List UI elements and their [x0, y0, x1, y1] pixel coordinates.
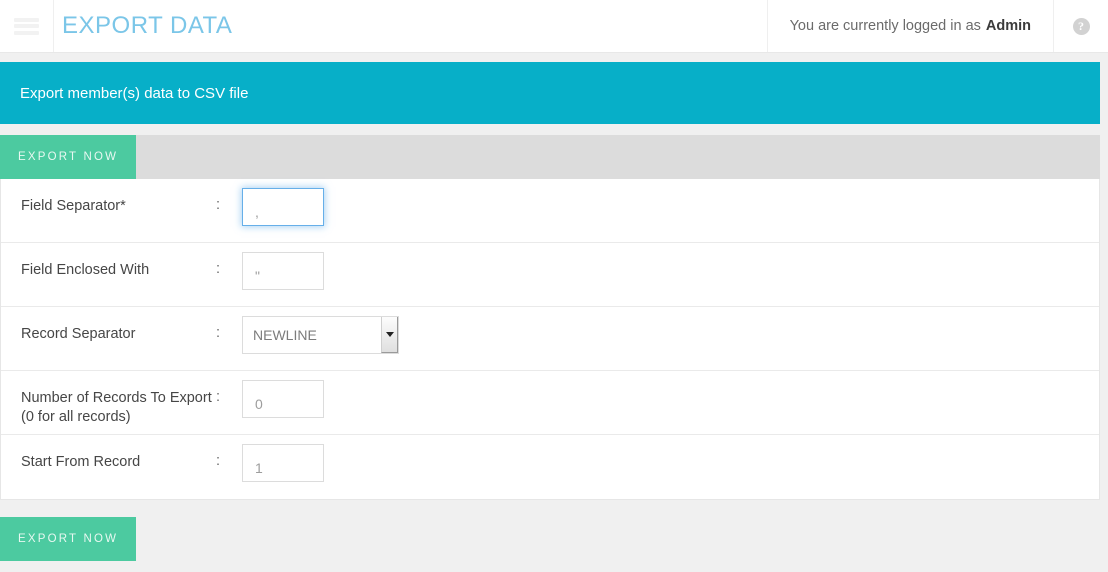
field-separator-input[interactable] [242, 188, 324, 226]
question-mark-icon: ? [1072, 17, 1090, 35]
table-row: Field Separator* : [1, 179, 1099, 243]
page-title: EXPORT DATA [62, 12, 233, 39]
row-colon: : [216, 261, 221, 277]
label-number-of-records: Number of Records To Export (0 for all r… [21, 390, 212, 425]
table-row: Number of Records To Export (0 for all r… [1, 371, 1099, 435]
label-record-separator: Record Separator [21, 326, 136, 342]
row-colon: : [216, 197, 221, 213]
export-form-panel: EXPORT NOW Field Separator* : Field Encl… [0, 135, 1100, 561]
field-cell [242, 179, 1099, 240]
login-status-text: You are currently logged in as [789, 18, 981, 34]
login-status: You are currently logged in as Admin [766, 0, 1053, 52]
export-now-button-bottom[interactable]: EXPORT NOW [0, 517, 137, 561]
field-enclosed-with-input[interactable] [242, 252, 324, 290]
field-cell [242, 371, 1099, 432]
label-field-enclosed-with: Field Enclosed With [21, 262, 150, 278]
table-row: Start From Record : [1, 435, 1099, 499]
form-footer: EXPORT NOW [0, 500, 1100, 561]
row-colon: : [216, 389, 221, 405]
hamburger-icon [14, 17, 39, 35]
logged-in-username: Admin [985, 18, 1031, 34]
row-colon: : [216, 325, 221, 341]
table-row: Field Enclosed With : [1, 243, 1099, 307]
number-of-records-input[interactable] [242, 380, 324, 418]
field-cell: NEWLINE [242, 307, 1099, 368]
record-separator-select-wrap: NEWLINE [242, 316, 399, 354]
table-row: Record Separator : NEWLINE [1, 307, 1099, 371]
record-separator-select[interactable]: NEWLINE [242, 316, 399, 354]
menu-toggle-button[interactable] [0, 0, 54, 52]
top-bar: EXPORT DATA You are currently logged in … [0, 0, 1108, 53]
field-cell [242, 243, 1099, 304]
form-toolbar: EXPORT NOW [0, 135, 1100, 179]
row-colon: : [216, 453, 221, 469]
help-button[interactable]: ? [1053, 0, 1108, 52]
panel-heading: Export member(s) data to CSV file [0, 62, 1100, 124]
field-cell [242, 435, 1099, 496]
export-now-button-top[interactable]: EXPORT NOW [0, 135, 137, 179]
start-from-record-input[interactable] [242, 444, 324, 482]
export-options-table: Field Separator* : Field Enclosed With :… [0, 179, 1100, 500]
label-start-from-record: Start From Record [21, 454, 141, 470]
label-field-separator: Field Separator* [21, 198, 126, 214]
panel-heading-text: Export member(s) data to CSV file [20, 84, 249, 102]
